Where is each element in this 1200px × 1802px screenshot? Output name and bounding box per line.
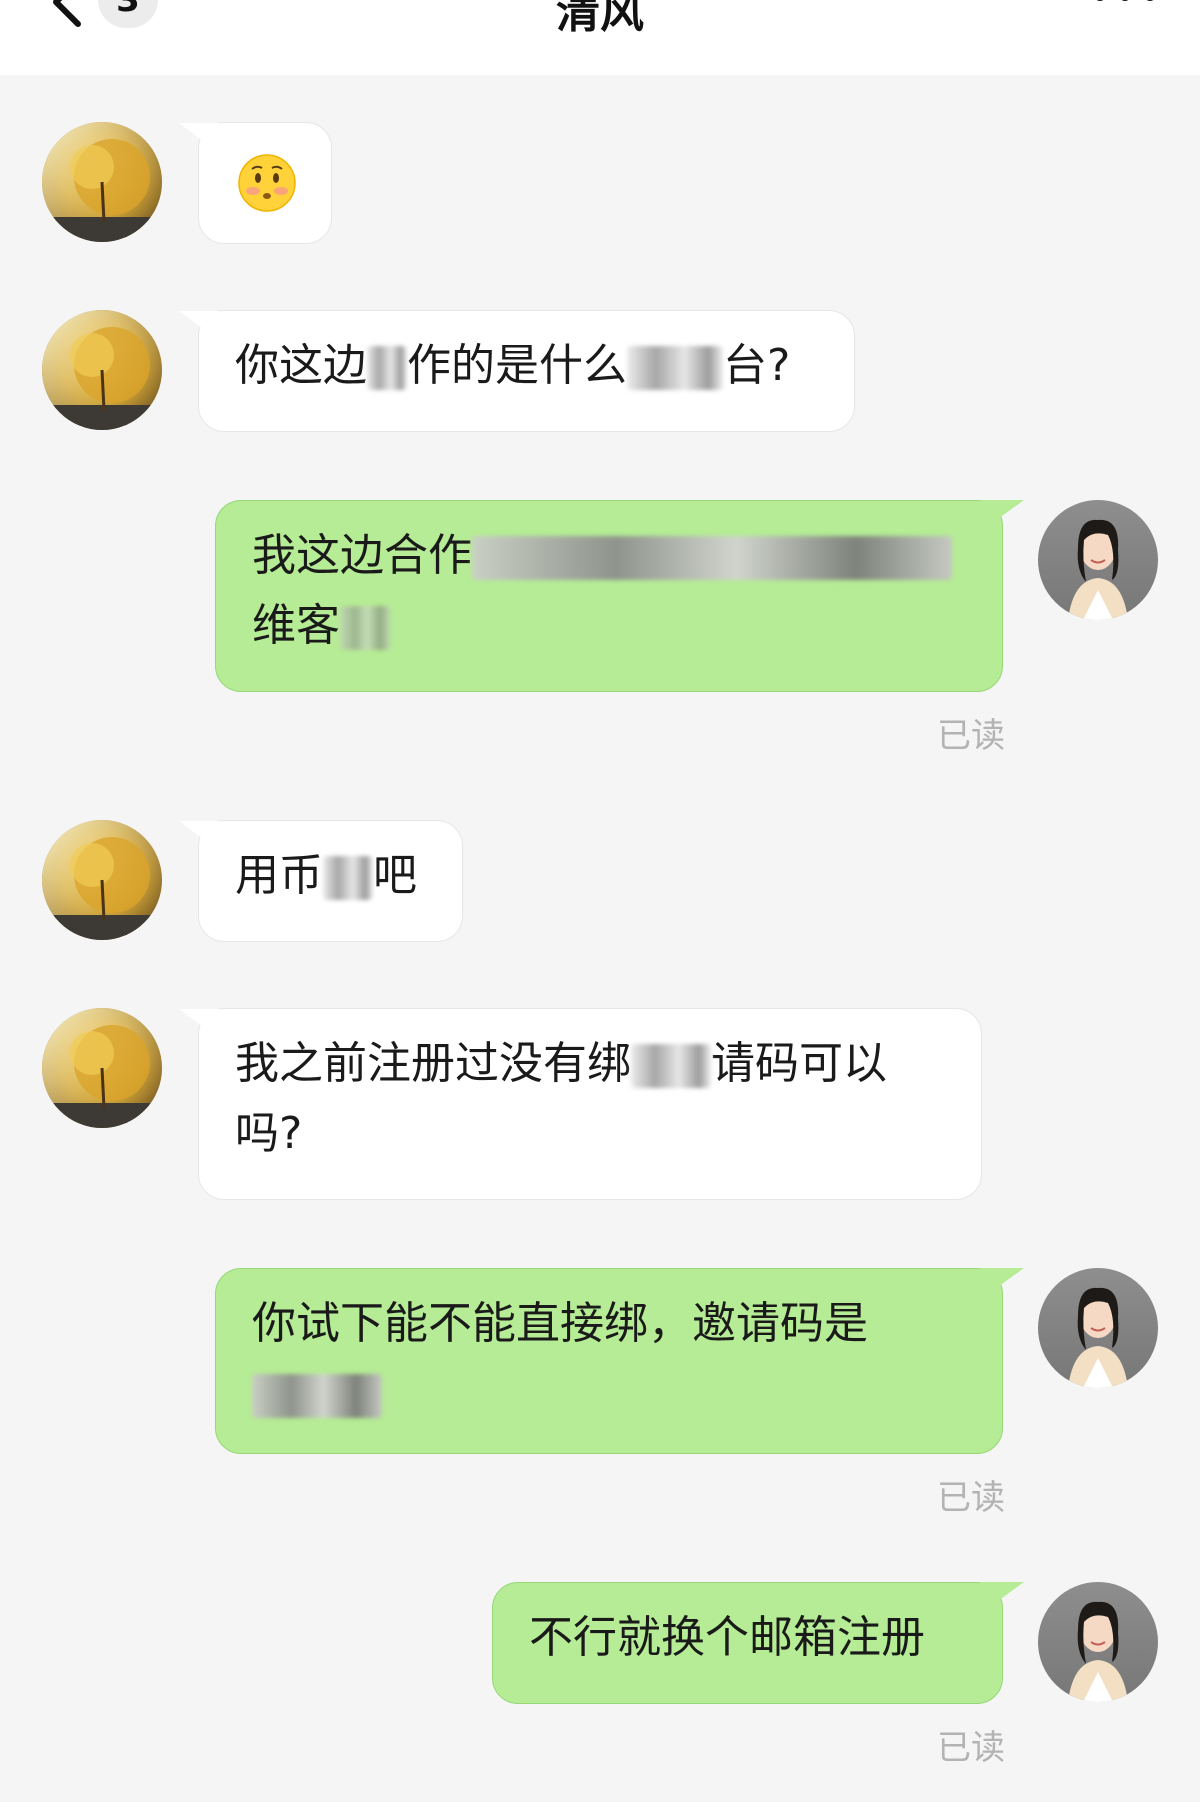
woman-avatar-icon xyxy=(1038,1582,1158,1702)
redacted-text xyxy=(631,1044,711,1088)
contact-avatar[interactable] xyxy=(42,122,162,242)
tree-avatar-icon xyxy=(42,1008,162,1128)
more-dots-icon[interactable] xyxy=(1090,0,1160,10)
redacted-text xyxy=(323,856,373,900)
message-bubble[interactable]: 你这边 作的是什么 台? xyxy=(198,310,855,432)
chevron-left-icon xyxy=(53,0,81,27)
redacted-text xyxy=(627,346,723,390)
message-text: 台? xyxy=(723,340,791,391)
read-status: 已读 xyxy=(937,1728,1005,1768)
contact-avatar[interactable] xyxy=(42,1008,162,1128)
message-text: 用币 xyxy=(235,850,323,901)
read-status: 已读 xyxy=(937,1478,1005,1518)
user-avatar[interactable] xyxy=(1038,1582,1158,1702)
tree-avatar-icon xyxy=(42,310,162,430)
chat-title: 清风 xyxy=(556,0,644,38)
message-bubble[interactable]: 我这边合作 维客 xyxy=(215,500,1003,692)
message-bubble[interactable]: 我之前注册过没有绑 请码可以 吗? xyxy=(198,1008,982,1200)
contact-avatar[interactable] xyxy=(42,310,162,430)
redacted-text xyxy=(367,346,407,390)
read-status: 已读 xyxy=(937,716,1005,756)
message-bubble[interactable]: 你试下能不能直接绑，邀请码是 xyxy=(215,1268,1003,1454)
unread-count-badge: 3 xyxy=(98,0,158,28)
tree-avatar-icon xyxy=(42,122,162,242)
flushed-emoji-icon xyxy=(238,154,296,212)
message-bubble[interactable]: 不行就换个邮箱注册 xyxy=(492,1582,1003,1704)
tree-avatar-icon xyxy=(42,820,162,940)
message-text: 我这边合作 xyxy=(252,530,472,581)
redacted-text xyxy=(340,606,390,650)
woman-avatar-icon xyxy=(1038,500,1158,620)
woman-avatar-icon xyxy=(1038,1268,1158,1388)
message-bubble[interactable]: 用币吧 xyxy=(198,820,463,942)
user-avatar[interactable] xyxy=(1038,500,1158,620)
message-text: 我之前注册过没有绑 xyxy=(235,1038,631,1089)
message-text: 吗? xyxy=(235,1108,303,1159)
message-text: 维客 xyxy=(252,600,340,651)
message-text: 不行就换个邮箱注册 xyxy=(529,1612,925,1663)
contact-avatar[interactable] xyxy=(42,820,162,940)
chat-header: 3 清风 xyxy=(0,0,1200,75)
back-button[interactable]: 3 xyxy=(36,0,166,32)
redacted-text xyxy=(472,536,952,580)
redacted-text xyxy=(252,1374,382,1418)
message-text: 吧 xyxy=(373,850,417,901)
message-text: 请码可以 xyxy=(711,1038,887,1089)
message-text: 你这边 xyxy=(235,340,367,391)
message-text: 你试下能不能直接绑，邀请码是 xyxy=(252,1298,868,1349)
message-bubble[interactable] xyxy=(198,122,332,244)
user-avatar[interactable] xyxy=(1038,1268,1158,1388)
message-text: 作的是什么 xyxy=(407,340,627,391)
